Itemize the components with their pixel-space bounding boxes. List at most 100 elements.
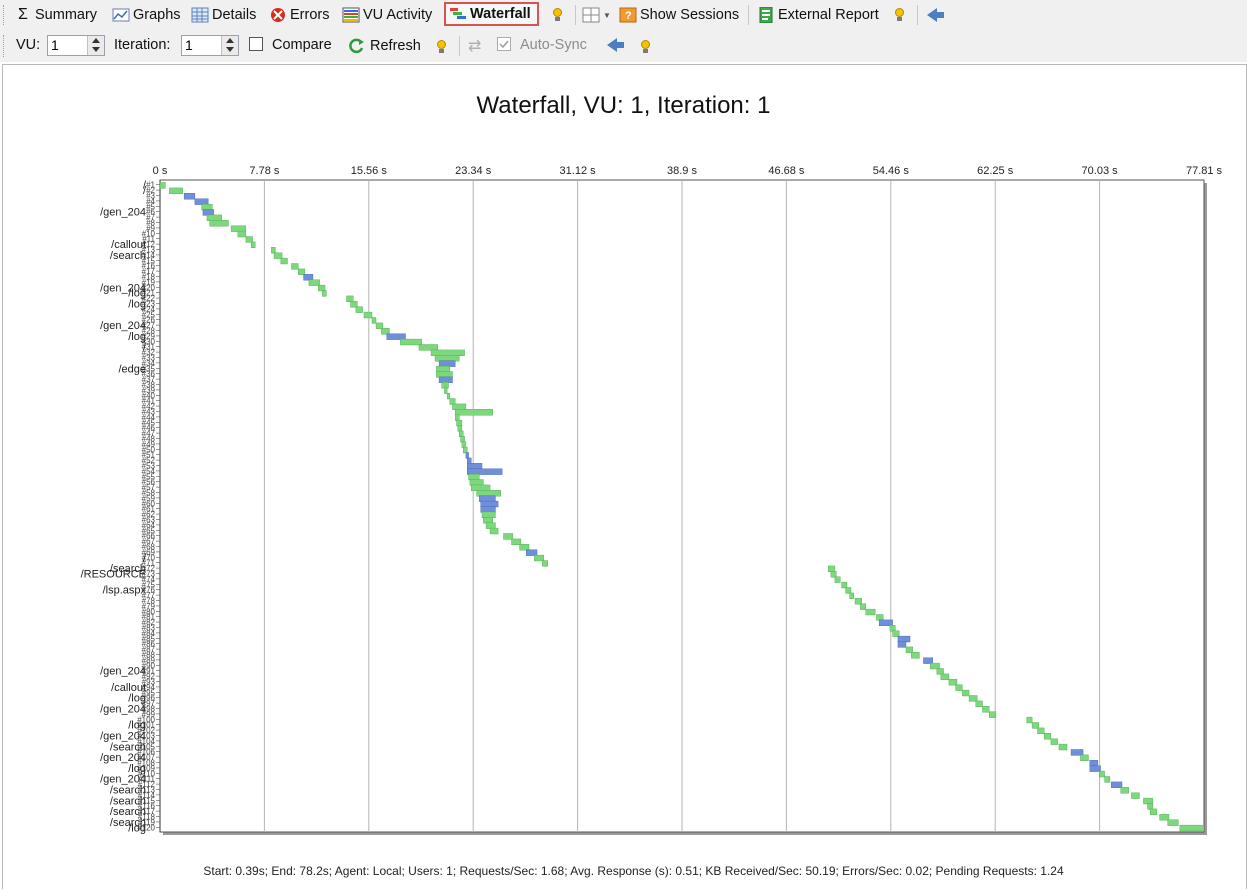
request-bar [465,452,469,459]
request-bar [461,441,467,448]
waterfall-chart: #1#2#3#4#5#6#7#8#9#10#11#12#13#14#15#16#… [81,165,1223,835]
request-bar [975,700,983,708]
row-url-label: /log [128,299,146,311]
request-bar [534,554,544,562]
request-bar [849,592,854,600]
request-bar [988,711,997,718]
request-bar [446,392,451,400]
request-bar [1031,722,1040,729]
request-row-labels: #1#2#3#4#5#6#7#8#9#10#11#12#13#14#15#16#… [81,180,161,834]
x-tick-label: 38.9 s [667,165,697,177]
request-bar [469,479,484,486]
x-tick-label: 77.81 s [1186,165,1223,177]
request-bar [441,382,449,389]
request-bar [355,306,363,313]
request-bar [399,338,422,346]
request-bar [1080,754,1089,762]
row-url-label: /gen_204 [100,666,146,678]
request-bar [444,387,448,394]
request-bar [201,203,213,211]
request-bar [1149,808,1158,816]
x-tick-label: 54.46 s [873,165,910,177]
request-bar [845,587,852,594]
request-bar [273,252,283,259]
request-bar [381,328,390,335]
request-bar [897,641,907,648]
request-bar [434,355,460,362]
request-bar [1131,792,1140,799]
request-bar [303,274,314,281]
request-bar [841,581,848,589]
request-bar [1089,760,1099,767]
request-bar [860,603,866,610]
request-bar [1043,733,1052,740]
request-bar [526,549,538,556]
request-bar [1104,776,1111,783]
request-bar [503,533,514,540]
x-tick-label: 7.78 s [249,165,279,177]
request-bar [459,430,464,437]
request-bar [454,414,460,421]
request-bar [929,662,940,670]
x-tick-label: 15.56 s [351,165,388,177]
request-bar [467,468,503,475]
request-bar [1037,727,1045,735]
row-url-label: /log [128,822,146,834]
request-bar [876,614,884,621]
request-bar [511,538,522,546]
request-bar [159,182,166,189]
request-bar [386,333,406,340]
request-bar [955,684,963,691]
request-bar [485,522,496,529]
request-bar [854,598,862,605]
request-bar [1111,781,1123,789]
request-bar [936,668,944,675]
request-bar [454,409,493,416]
request-bar [982,706,990,713]
request-bar [457,425,463,432]
request-bar [479,495,496,502]
request-bar [194,198,209,205]
request-bar [481,511,496,518]
request-bar [1089,765,1101,772]
request-bar [1147,803,1154,810]
x-tick-label: 31.12 s [560,165,597,177]
request-bar [202,209,214,216]
row-url-label: /search [110,250,146,262]
request-bar [452,403,467,410]
request-bar [318,284,326,292]
request-bar [897,635,911,643]
x-tick-label: 70.03 s [1082,165,1119,177]
request-bar [297,268,306,275]
request-bar [371,317,377,324]
request-bar [449,398,456,405]
request-bar [430,349,465,356]
request-bar [237,230,247,238]
request-bar [375,322,383,329]
request-bar [1058,743,1068,751]
request-bar [480,500,499,508]
request-bar [923,657,934,664]
request-bar [245,236,253,243]
request-bar [291,263,299,270]
request-bar [1159,814,1170,821]
request-bar [542,560,548,567]
request-bar [438,360,456,367]
request-bar [467,457,472,464]
request-bar [480,506,496,513]
row-url-label: /edge [118,363,146,375]
request-bar [940,673,950,681]
x-tick-label: 23.34 s [455,165,492,177]
request-bar [1167,819,1179,826]
request-bar [436,365,451,373]
request-bar [308,279,320,286]
request-bar [1026,716,1033,724]
request-bar [251,241,256,248]
x-axis-ticks: 0 s 7.78 s 15.56 s 23.34 s 31.12 s 38.9 s 46.6… [153,165,1223,177]
row-url-label: /lsp.aspx [103,585,147,597]
request-bar [834,576,841,583]
request-bar [460,436,465,443]
request-bar [968,695,978,702]
request-bar [436,371,453,378]
request-bar [1099,770,1105,778]
